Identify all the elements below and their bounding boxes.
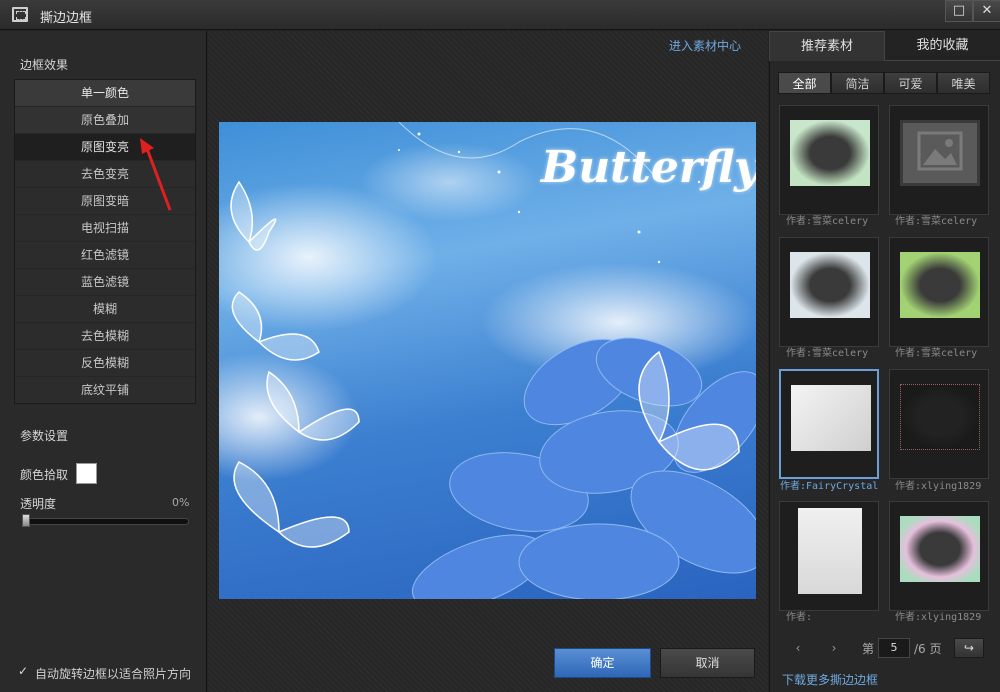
ok-button[interactable]: 确定 <box>554 648 651 678</box>
material-thumb-3[interactable] <box>889 237 989 347</box>
page-number-input[interactable]: 5 <box>878 638 910 658</box>
go-page-button[interactable]: ↪ <box>954 638 984 658</box>
material-preview <box>900 516 980 582</box>
material-thumb-5[interactable] <box>889 369 989 479</box>
page-prefix: 第 <box>862 642 875 656</box>
color-pick-label: 颜色拾取 <box>20 468 69 482</box>
next-page-icon[interactable]: › <box>826 640 842 656</box>
effect-item-0[interactable]: 单一颜色 <box>15 80 195 107</box>
opacity-slider-track[interactable] <box>22 518 189 525</box>
filter-all[interactable]: 全部 <box>778 72 831 94</box>
material-author-3: 作者:雪菜celery <box>895 348 978 359</box>
material-thumb-1[interactable] <box>889 105 989 215</box>
preview-image: Butterfly <box>219 122 756 599</box>
material-preview <box>790 252 870 318</box>
effect-item-10[interactable]: 反色模糊 <box>15 350 195 377</box>
effect-item-9[interactable]: 去色模糊 <box>15 323 195 350</box>
download-more-link[interactable]: 下载更多撕边边框 <box>782 671 878 688</box>
effect-item-8[interactable]: 模糊 <box>15 296 195 323</box>
title-bar: 撕边边框 □ ✕ <box>0 0 1000 30</box>
material-thumb-6[interactable] <box>779 501 879 611</box>
tab-recommended[interactable]: 推荐素材 <box>769 31 885 61</box>
maximize-button[interactable]: □ <box>945 0 973 22</box>
opacity-slider-thumb[interactable] <box>22 514 30 527</box>
material-preview <box>900 384 980 450</box>
annotation-arrow <box>140 138 172 211</box>
effect-item-5[interactable]: 电视扫描 <box>15 215 195 242</box>
cancel-button[interactable]: 取消 <box>660 648 755 678</box>
enter-material-link[interactable]: 进入素材中心 <box>669 37 741 54</box>
effects-header: 边框效果 <box>20 58 69 72</box>
prev-page-icon[interactable]: ‹ <box>790 640 806 656</box>
effect-item-11[interactable]: 底纹平铺 <box>15 377 195 404</box>
material-author-6: 作者: <box>786 612 813 623</box>
filter-beautiful[interactable]: 唯美 <box>937 72 990 94</box>
color-swatch[interactable] <box>76 463 97 484</box>
material-preview <box>791 385 871 451</box>
material-thumb-7[interactable] <box>889 501 989 611</box>
material-author-7: 作者:xlying1829 <box>895 612 982 623</box>
material-preview <box>790 120 870 186</box>
tab-favorites[interactable]: 我的收藏 <box>885 31 1000 61</box>
filter-cute[interactable]: 可爱 <box>884 72 937 94</box>
material-thumb-2[interactable] <box>779 237 879 347</box>
frame-app-icon <box>12 7 28 22</box>
placeholder-image-icon <box>900 120 980 186</box>
opacity-value: 0% <box>172 496 190 509</box>
opacity-label: 透明度 <box>20 497 57 511</box>
checkmark-icon[interactable]: ✓ <box>18 665 30 677</box>
material-preview <box>900 252 980 318</box>
flowers-butterflies-art <box>230 122 756 599</box>
material-preview <box>798 508 862 594</box>
page-suffix: /6 页 <box>914 642 942 656</box>
material-author-4: 作者:FairyCrystal <box>780 481 879 492</box>
window-title: 撕边边框 <box>40 11 93 26</box>
material-author-0: 作者:雪菜celery <box>786 216 869 227</box>
close-button[interactable]: ✕ <box>973 0 1000 22</box>
effect-item-6[interactable]: 红色滤镜 <box>15 242 195 269</box>
material-thumb-4[interactable] <box>779 369 879 479</box>
app-window: 撕边边框 □ ✕ 边框效果 单一颜色 原色叠加 原图变亮 去色变亮 原图变暗 电… <box>0 0 1000 692</box>
effects-list: 单一颜色 原色叠加 原图变亮 去色变亮 原图变暗 电视扫描 红色滤镜 蓝色滤镜 … <box>14 79 196 404</box>
auto-rotate-label[interactable]: 自动旋转边框以适合照片方向 <box>35 665 191 682</box>
filter-simple[interactable]: 简洁 <box>831 72 884 94</box>
material-author-5: 作者:xlying1829 <box>895 481 982 492</box>
preview-brand-text: Butterfly <box>541 142 756 193</box>
effect-item-7[interactable]: 蓝色滤镜 <box>15 269 195 296</box>
material-author-1: 作者:雪菜celery <box>895 216 978 227</box>
effect-item-1[interactable]: 原色叠加 <box>15 107 195 134</box>
material-thumb-0[interactable] <box>779 105 879 215</box>
params-header: 参数设置 <box>20 429 69 443</box>
material-author-2: 作者:雪菜celery <box>786 348 869 359</box>
